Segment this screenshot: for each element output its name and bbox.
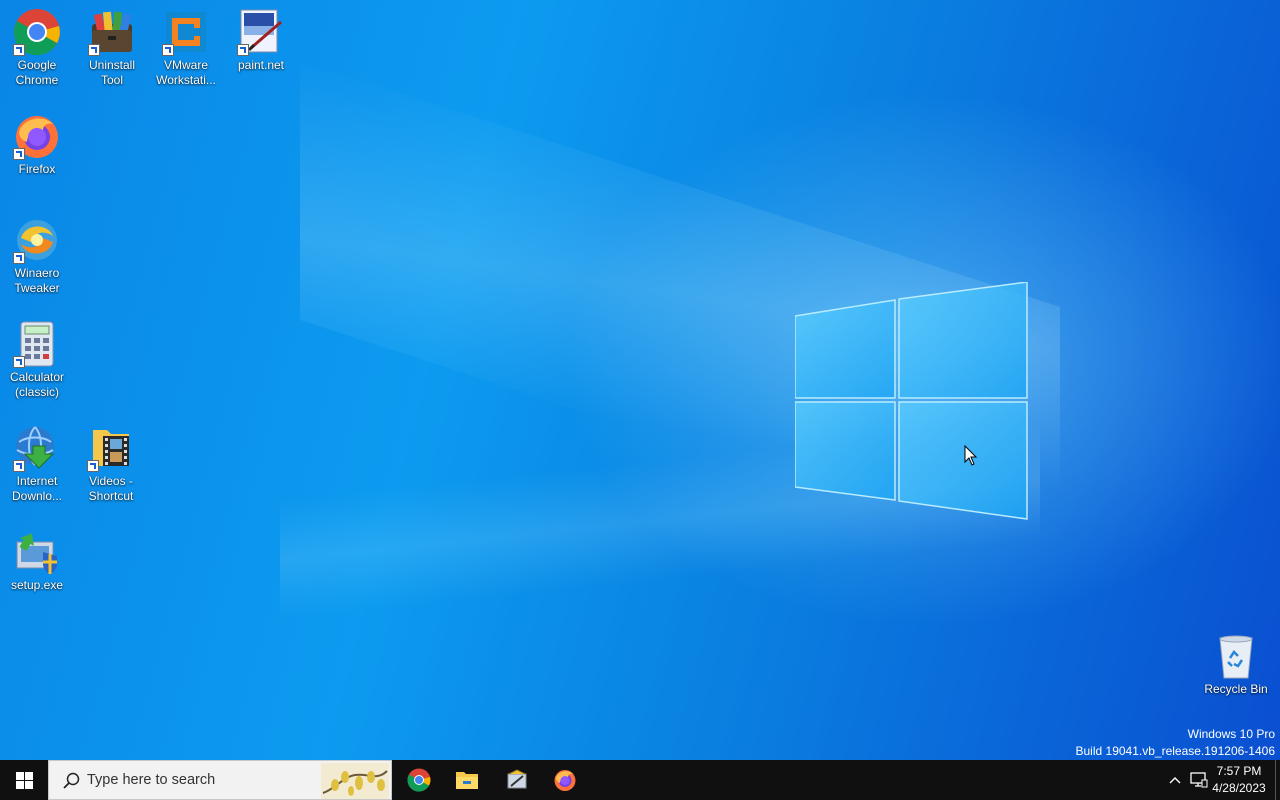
start-button[interactable] — [0, 760, 48, 800]
desktop-icon-firefox[interactable]: Firefox — [0, 106, 74, 177]
watermark-edition: Windows 10 Pro — [1187, 727, 1275, 741]
taskbar-clock[interactable]: 7:57 PM 4/28/2023 — [1208, 763, 1270, 797]
videos-folder-icon — [87, 424, 135, 472]
windows-build-watermark: Windows 10 Pro Build 19041.vb_release.19… — [1076, 726, 1276, 760]
desktop-icon-videos-shortcut[interactable]: Videos - Shortcut — [74, 418, 148, 504]
calculator-icon — [13, 320, 61, 368]
desktop-icon-paintnet[interactable]: paint.net — [224, 2, 298, 73]
chrome-icon — [407, 768, 431, 792]
file-explorer-icon — [456, 772, 478, 789]
desktop-icon-label: Uninstall Tool — [88, 58, 136, 87]
search-highlight-image-icon — [321, 763, 389, 799]
desktop-icon-winaero-tweaker[interactable]: Winaero Tweaker — [0, 210, 74, 296]
desktop-icon-google-chrome[interactable]: Google Chrome — [0, 2, 74, 88]
desktop-icon-label: setup.exe — [10, 578, 64, 592]
firefox-icon — [13, 112, 61, 160]
winaero-tweaker-icon — [507, 769, 527, 789]
desktop-icon-label: Videos - Shortcut — [88, 474, 134, 503]
clock-time: 7:57 PM — [1216, 764, 1262, 778]
desktop-icon-label: VMware Workstati... — [156, 58, 216, 87]
network-icon — [1190, 772, 1208, 788]
windows-start-icon — [15, 771, 33, 789]
desktop-icon-label: paint.net — [237, 58, 285, 72]
desktop-icon-vmware-workstation[interactable]: VMware Workstati... — [149, 2, 223, 88]
paintnet-icon — [237, 8, 285, 56]
desktop-icon-label: Winaero Tweaker — [14, 266, 60, 295]
desktop-icon-recycle-bin[interactable]: Recycle Bin — [1199, 626, 1273, 697]
desktop-icon-label: Recycle Bin — [1204, 682, 1268, 696]
internet-download-manager-icon — [13, 424, 61, 472]
taskbar-firefox-button[interactable] — [541, 760, 589, 800]
setup-installer-icon — [13, 528, 61, 576]
mouse-cursor-icon — [964, 445, 978, 466]
desktop-icon-setup-exe[interactable]: setup.exe — [0, 522, 74, 593]
search-icon — [63, 772, 80, 789]
taskbar-chrome-button[interactable] — [395, 760, 443, 800]
clock-date: 4/28/2023 — [1212, 781, 1266, 795]
desktop-icon-uninstall-tool[interactable]: Uninstall Tool — [75, 2, 149, 88]
chrome-icon — [13, 8, 61, 56]
desktop-icon-label: Firefox — [18, 162, 56, 176]
desktop-icon-internet-download-manager[interactable]: Internet Downlo... — [0, 418, 74, 504]
winaero-tweaker-icon — [13, 216, 61, 264]
taskbar: 7:57 PM 4/28/2023 — [0, 760, 1280, 800]
windows-logo-wallpaper — [795, 282, 1028, 520]
desktop-icon-label: Calculator (classic) — [9, 370, 65, 399]
taskbar-search-box[interactable] — [48, 760, 392, 800]
taskbar-file-explorer-button[interactable] — [443, 760, 491, 800]
show-desktop-button[interactable] — [1275, 760, 1280, 800]
uninstall-tool-icon — [88, 8, 136, 56]
vmware-icon — [162, 8, 210, 56]
desktop-icon-calculator-classic[interactable]: Calculator (classic) — [0, 314, 74, 400]
watermark-build: Build 19041.vb_release.191206-1406 — [1075, 744, 1276, 758]
desktop-icon-label: Google Chrome — [15, 58, 59, 87]
show-hidden-icons-button[interactable] — [1164, 760, 1186, 800]
taskbar-winaero-tweaker-button[interactable] — [493, 760, 541, 800]
firefox-icon — [554, 770, 576, 791]
chevron-up-icon — [1169, 777, 1181, 784]
desktop-icon-label: Internet Downlo... — [11, 474, 63, 503]
recycle-bin-icon — [1212, 632, 1260, 680]
search-input[interactable] — [87, 769, 327, 791]
